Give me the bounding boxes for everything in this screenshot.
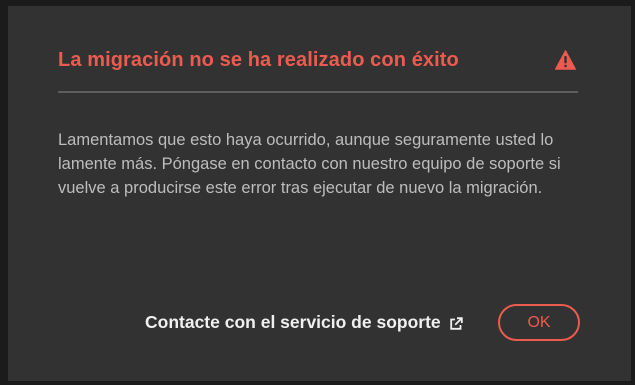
app-background: La migración no se ha realizado con éxit… [0,0,635,385]
contact-support-label: Contacte con el servicio de soporte [145,312,441,332]
ok-button[interactable]: OK [498,304,580,341]
error-dialog: La migración no se ha realizado con éxit… [8,6,631,381]
contact-support-link[interactable]: Contacte con el servicio de soporte [145,312,463,333]
error-message: Lamentamos que esto haya ocurrido, aunqu… [58,131,561,197]
dialog-title: La migración no se ha realizado con éxit… [58,49,459,71]
title-divider [58,91,578,93]
warning-triangle-icon [555,50,576,70]
external-link-icon [449,316,463,330]
